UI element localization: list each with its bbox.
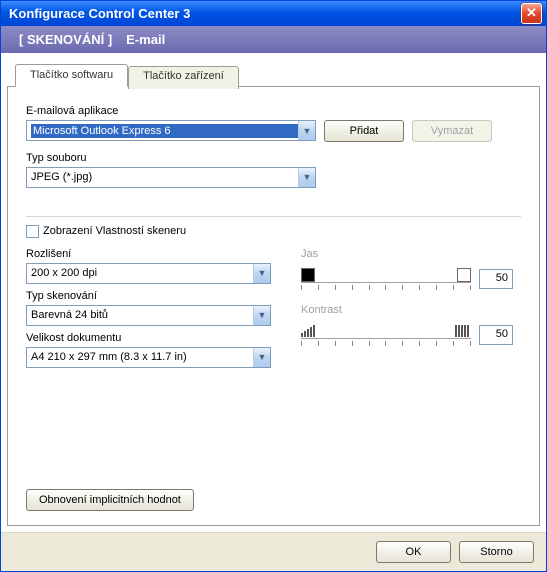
client-area: Tlačítko softwaru Tlačítko zařízení E-ma… — [1, 53, 546, 532]
close-icon: ✕ — [526, 5, 537, 20]
email-app-select[interactable]: Microsoft Outlook Express 6 ▼ — [26, 120, 316, 141]
file-type-label: Typ souboru — [26, 152, 521, 164]
doc-size-select[interactable]: A4 210 x 297 mm (8.3 x 11.7 in) ▼ — [26, 347, 271, 368]
contrast-label: Kontrast — [301, 304, 521, 316]
tab-software-button[interactable]: Tlačítko softwaru — [15, 64, 128, 87]
titlebar: Konfigurace Control Center 3 ✕ — [1, 1, 546, 26]
scanner-props-label: Zobrazení Vlastností skeneru — [43, 225, 186, 237]
brightness-slider[interactable] — [301, 266, 471, 292]
dropdown-button[interactable]: ▼ — [253, 306, 270, 325]
email-app-value: Microsoft Outlook Express 6 — [31, 124, 298, 138]
scan-type-select[interactable]: Barevná 24 bitů ▼ — [26, 305, 271, 326]
contrast-value[interactable]: 50 — [479, 325, 513, 345]
footer: OK Storno — [1, 532, 546, 571]
delete-button: Vymazat — [412, 120, 492, 142]
file-type-value: JPEG (*.jpg) — [31, 171, 298, 183]
brightness-dark-icon — [301, 268, 315, 282]
dropdown-button[interactable]: ▼ — [298, 168, 315, 187]
scan-type-value: Barevná 24 bitů — [31, 309, 253, 321]
breadcrumb: [ SKENOVÁNÍ ] E-mail — [1, 26, 546, 53]
resolution-label: Rozlišení — [26, 248, 271, 260]
breadcrumb-sub: E-mail — [126, 32, 165, 47]
doc-size-value: A4 210 x 297 mm (8.3 x 11.7 in) — [31, 351, 253, 363]
breadcrumb-section: [ SKENOVÁNÍ ] — [19, 32, 112, 47]
contrast-low-icon — [301, 325, 317, 337]
tab-device-button[interactable]: Tlačítko zařízení — [128, 66, 239, 89]
cancel-button[interactable]: Storno — [459, 541, 534, 563]
chevron-down-icon: ▼ — [303, 126, 312, 136]
brightness-label: Jas — [301, 248, 521, 260]
tab-label: Tlačítko zařízení — [143, 70, 224, 82]
divider — [26, 216, 521, 217]
brightness-light-icon — [457, 268, 471, 282]
brightness-value[interactable]: 50 — [479, 269, 513, 289]
tab-panel: E-mailová aplikace Microsoft Outlook Exp… — [7, 86, 540, 526]
ok-button[interactable]: OK — [376, 541, 451, 563]
add-button[interactable]: Přidat — [324, 120, 404, 142]
left-column: Rozlišení 200 x 200 dpi ▼ Typ skenování … — [26, 248, 271, 368]
chevron-down-icon: ▼ — [303, 172, 312, 182]
resolution-value: 200 x 200 dpi — [31, 267, 253, 279]
scanner-props-checkbox-row[interactable]: Zobrazení Vlastností skeneru — [26, 225, 521, 238]
window-root: Konfigurace Control Center 3 ✕ [ SKENOVÁ… — [0, 0, 547, 572]
doc-size-label: Velikost dokumentu — [26, 332, 271, 344]
dropdown-button[interactable]: ▼ — [298, 121, 315, 140]
resolution-select[interactable]: 200 x 200 dpi ▼ — [26, 263, 271, 284]
contrast-slider[interactable] — [301, 322, 471, 348]
tab-label: Tlačítko softwaru — [30, 69, 113, 81]
scan-type-label: Typ skenování — [26, 290, 271, 302]
window-title: Konfigurace Control Center 3 — [9, 6, 521, 21]
file-type-select[interactable]: JPEG (*.jpg) ▼ — [26, 167, 316, 188]
contrast-high-icon — [455, 325, 471, 337]
dropdown-button[interactable]: ▼ — [253, 348, 270, 367]
chevron-down-icon: ▼ — [258, 310, 267, 320]
right-column: Jas 50 Kontrast — [301, 248, 521, 368]
tabstrip: Tlačítko softwaru Tlačítko zařízení — [15, 64, 540, 87]
dropdown-button[interactable]: ▼ — [253, 264, 270, 283]
close-button[interactable]: ✕ — [521, 3, 542, 24]
chevron-down-icon: ▼ — [258, 352, 267, 362]
email-app-label: E-mailová aplikace — [26, 105, 521, 117]
restore-defaults-button[interactable]: Obnovení implicitních hodnot — [26, 489, 194, 511]
chevron-down-icon: ▼ — [258, 268, 267, 278]
checkbox-icon[interactable] — [26, 225, 39, 238]
